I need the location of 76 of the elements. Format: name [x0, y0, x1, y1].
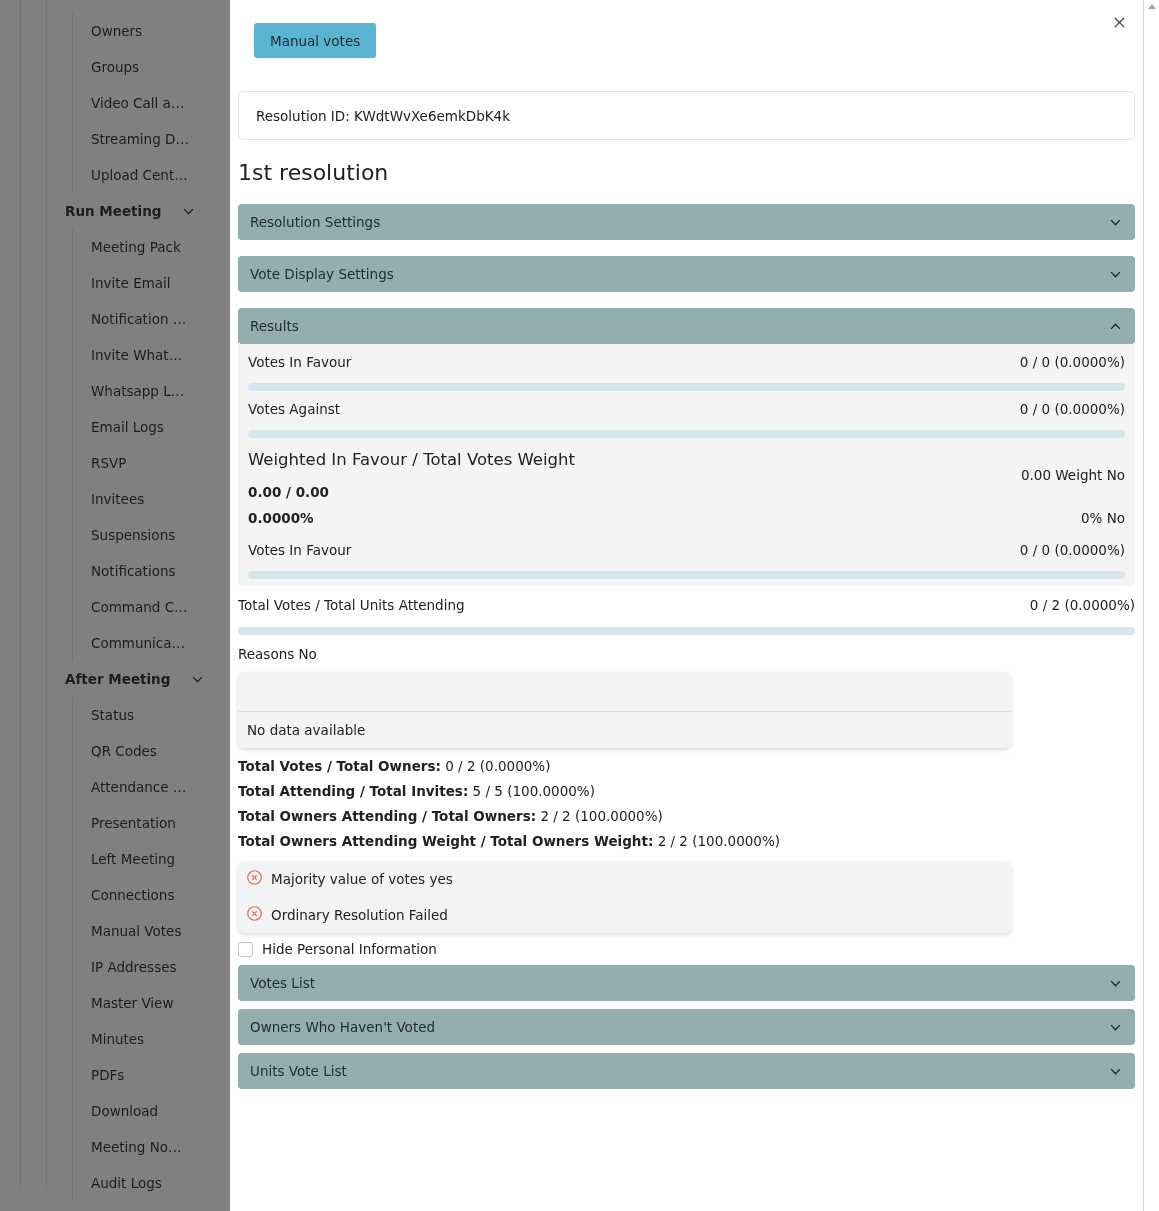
summary-line: Total Owners Attending Weight / Total Owners Weight: 2 / 2 (100.0000%) — [238, 832, 781, 851]
scroll-up-icon[interactable] — [1147, 4, 1156, 9]
sidebar-link[interactable]: PDFs — [91, 1067, 125, 1083]
sidebar-link[interactable]: Left Meeting — [91, 851, 176, 867]
sidebar-link[interactable]: RSVP — [91, 455, 127, 471]
accordion-header[interactable]: Owners Who Haven't Voted — [238, 1009, 1135, 1045]
sidebar-link[interactable]: Status — [91, 707, 135, 723]
percent-no-value: 0% No — [1080, 510, 1125, 526]
sidebar-link[interactable]: Invite What… — [91, 347, 183, 363]
sidebar-link[interactable]: Notifications — [91, 563, 176, 579]
sidebar-link[interactable]: Invitees — [91, 491, 145, 507]
sidebar-link[interactable]: Groups — [91, 59, 140, 75]
sidebar-link[interactable]: Meeting Pack — [91, 239, 181, 255]
sidebar-link[interactable]: Command C… — [91, 599, 188, 615]
weighted-heading: Weighted In Favour / Total Votes Weight — [248, 449, 575, 471]
resolution-id-text: Resolution ID: KWdtWvXe6emkDbK4k — [256, 107, 510, 124]
accordion-header[interactable]: Votes List — [238, 965, 1135, 1001]
weight-no-value: 0.00 Weight No — [1020, 467, 1125, 483]
empty-state-text: No data available — [247, 722, 366, 738]
sidebar-link[interactable]: Communica… — [91, 635, 186, 651]
metric-label: Votes In Favour — [248, 354, 352, 370]
chevron-up-icon — [1110, 322, 1121, 330]
accordion-header[interactable]: Units Vote List — [238, 1053, 1135, 1089]
metric-value: 0 / 2 (0.0000%) — [1029, 597, 1135, 613]
metric-value: 0 / 0 (0.0000%) — [1019, 542, 1125, 558]
sidebar-link[interactable]: Streaming D… — [91, 131, 189, 147]
sidebar-link[interactable]: Upload Cent… — [91, 167, 188, 183]
sidebar-link[interactable]: Invite Email — [91, 275, 171, 291]
chevron-down-icon — [1110, 218, 1121, 226]
sidebar-link[interactable]: Meeting No… — [91, 1139, 182, 1155]
summary-line: Total Votes / Total Owners: 0 / 2 (0.0000%) — [238, 757, 552, 776]
accordion-header[interactable]: Resolution Settings — [238, 204, 1135, 240]
scrollbar[interactable] — [1143, 0, 1159, 1211]
sidebar-section[interactable]: Run Meeting — [65, 203, 195, 219]
sidebar-link[interactable]: Email Logs — [91, 419, 164, 435]
sidebar-link[interactable]: Owners — [91, 23, 143, 39]
outcome-text: Majority value of votes yes — [271, 871, 453, 887]
sidebar-link[interactable]: Audit Logs — [91, 1175, 162, 1191]
metric-label: Votes In Favour — [248, 542, 352, 558]
section-label: Reasons No — [238, 645, 318, 663]
sidebar-link[interactable]: Connections — [91, 887, 175, 903]
chevron-down-icon — [192, 675, 204, 683]
sidebar-link[interactable]: IP Addresses — [91, 959, 177, 975]
sidebar-link[interactable]: Notification … — [91, 311, 187, 327]
weighted-ratio: 0.00 / 0.00 — [248, 483, 330, 502]
weighted-percent: 0.0000% — [248, 510, 314, 526]
chevron-down-icon — [1110, 1067, 1121, 1075]
outcome-text: Ordinary Resolution Failed — [271, 907, 448, 923]
sidebar-link[interactable]: QR Codes — [91, 743, 157, 759]
chevron-down-icon — [1110, 979, 1121, 987]
metric-value: 0 / 0 (0.0000%) — [1019, 354, 1125, 370]
accordion-header[interactable]: Results — [238, 308, 1135, 344]
close-icon[interactable] — [1114, 17, 1125, 28]
manual-votes-button[interactable]: Manual votes — [254, 23, 377, 58]
page-title: 1st resolution — [238, 159, 390, 187]
sidebar-link[interactable]: Master View — [91, 995, 174, 1011]
sidebar-link[interactable]: Download — [91, 1103, 159, 1119]
chevron-down-icon — [183, 207, 195, 215]
metric-label: Votes Against — [248, 401, 341, 417]
sidebar-link[interactable]: Whatsapp L… — [91, 383, 185, 399]
sidebar-link[interactable]: Minutes — [91, 1031, 145, 1047]
summary-line: Total Attending / Total Invites: 5 / 5 (100.0000%) — [238, 782, 596, 801]
sidebar-section[interactable]: After Meeting — [65, 671, 204, 687]
checkbox[interactable] — [238, 941, 253, 957]
sidebar-link[interactable]: Video Call a… — [91, 95, 185, 111]
accordion-header[interactable]: Vote Display Settings — [238, 256, 1135, 292]
sidebar-link[interactable]: Suspensions — [91, 527, 176, 543]
checkbox-label[interactable]: Hide Personal Information — [262, 941, 437, 957]
sidebar-link[interactable]: Manual Votes — [91, 923, 182, 939]
sidebar-link[interactable]: Presentation — [91, 815, 176, 831]
chevron-down-icon — [1110, 1023, 1121, 1031]
sidebar-link[interactable]: Attendance … — [91, 779, 187, 795]
metric-value: 0 / 0 (0.0000%) — [1019, 401, 1125, 417]
metric-label: Total Votes / Total Units Attending — [238, 597, 465, 613]
chevron-down-icon — [1110, 270, 1121, 278]
summary-line: Total Owners Attending / Total Owners: 2 / 2 (100.0000%) — [238, 807, 664, 826]
